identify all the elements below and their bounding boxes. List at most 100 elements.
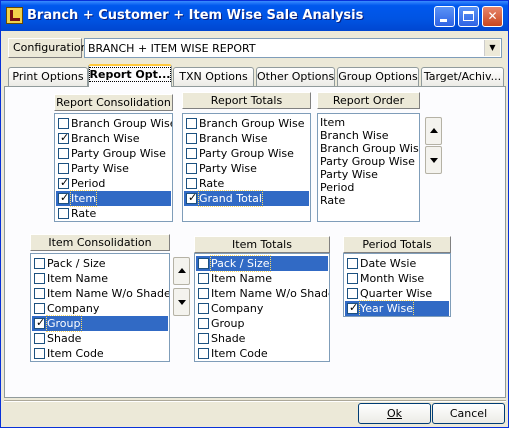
list-item[interactable]: Pack / Size [32, 256, 168, 271]
list-item[interactable]: Item Name [32, 271, 168, 286]
list-item[interactable]: Party Wise [184, 161, 309, 176]
list-item[interactable]: ✓ Year Wise [345, 300, 449, 316]
period-totals-list[interactable]: Date Wsie Month Wise Quarter Wise ✓ Year Wis… [343, 253, 451, 317]
list-item[interactable]: Month Wise [345, 271, 449, 286]
checkbox[interactable] [186, 163, 197, 174]
list-item[interactable]: Rate [320, 194, 345, 207]
list-item[interactable]: Party Wise [56, 161, 171, 176]
list-item[interactable]: Item [320, 116, 345, 129]
list-item[interactable]: Shade [196, 331, 328, 346]
list-item[interactable]: ✓ Branch Wise [56, 131, 171, 146]
list-item[interactable]: Party Group Wise [56, 146, 171, 161]
checkbox[interactable] [186, 178, 197, 189]
list-item[interactable]: Item Name W/o Shade [32, 286, 169, 301]
checkbox[interactable] [347, 273, 358, 284]
list-item-label: Pack / Size [47, 257, 106, 270]
tab-target-achievement[interactable]: Target/Achiv... [421, 67, 504, 86]
tab-other-options[interactable]: Other Options [256, 67, 335, 86]
list-item[interactable]: Branch Group Wise [320, 142, 419, 155]
list-item[interactable]: Branch Wise [320, 129, 389, 142]
list-item[interactable]: Branch Wise [184, 131, 309, 146]
tab-txn-options[interactable]: TXN Options [173, 67, 254, 86]
checkbox[interactable] [186, 118, 197, 129]
checkbox[interactable] [347, 288, 358, 299]
list-item-label: Branch Wise [71, 132, 140, 145]
list-item[interactable]: Item Code [32, 346, 168, 361]
checkbox-checked[interactable]: ✓ [58, 131, 69, 144]
list-item[interactable]: Period [320, 181, 354, 194]
tab-print-options[interactable]: Print Options [8, 67, 88, 86]
tab-report-options[interactable]: Report Opt... [88, 64, 172, 87]
checkbox[interactable] [198, 333, 209, 344]
report-order-list[interactable]: Item Branch Wise Branch Group Wise Party Gr… [317, 113, 420, 222]
list-item[interactable]: Item Name W/o Shade [196, 286, 329, 301]
checkbox[interactable] [58, 148, 69, 159]
checkbox-checked[interactable]: ✓ [58, 191, 69, 204]
list-item[interactable]: Company [32, 301, 168, 316]
checkbox[interactable] [198, 303, 209, 314]
checkbox-checked[interactable]: ✓ [58, 176, 69, 189]
minimize-button[interactable] [434, 6, 455, 27]
list-item[interactable]: Quarter Wise [345, 286, 449, 301]
checkbox[interactable] [198, 348, 209, 359]
checkmark-icon: ✓ [36, 316, 46, 329]
report-consolidation-list[interactable]: Branch Group Wise ✓ Branch Wise Party Group… [54, 113, 173, 222]
list-item[interactable]: ✓ Grand Total [184, 190, 309, 207]
list-item[interactable]: Branch Group Wise [184, 116, 309, 131]
item-move-up-button[interactable] [173, 257, 190, 285]
checkbox[interactable] [198, 318, 209, 329]
list-item[interactable]: ✓ Group [32, 315, 168, 332]
title-bar[interactable]: Branch + Customer + Item Wise Sale Analy… [1, 1, 508, 31]
maximize-button[interactable] [458, 6, 479, 27]
list-item[interactable]: Branch Group Wise [56, 116, 172, 131]
checkbox[interactable] [34, 273, 45, 284]
report-totals-list[interactable]: Branch Group Wise Branch Wise Party Group … [182, 113, 311, 222]
checkbox[interactable] [198, 288, 209, 299]
checkbox[interactable] [34, 348, 45, 359]
checkbox[interactable] [34, 258, 45, 269]
list-item[interactable]: Pack / Size [196, 255, 328, 272]
list-item[interactable]: Item Code [196, 346, 328, 361]
checkbox-checked[interactable]: ✓ [34, 316, 46, 329]
checkbox[interactable] [34, 288, 45, 299]
checkbox[interactable] [58, 208, 69, 219]
ok-button[interactable]: Ok [358, 403, 431, 424]
list-item[interactable]: Company [196, 301, 328, 316]
list-item[interactable]: Item Name [196, 271, 328, 286]
list-item-label: Item Code [211, 347, 268, 360]
chevron-down-icon[interactable]: ▼ [484, 40, 500, 56]
list-item[interactable]: Party Group Wise [320, 155, 415, 168]
checkbox-checked[interactable]: ✓ [347, 301, 358, 314]
item-consolidation-list[interactable]: Pack / Size Item Name Item Name W/o Shade C… [30, 253, 170, 362]
checkbox[interactable] [347, 258, 358, 269]
dialog-window: Branch + Customer + Item Wise Sale Analy… [0, 0, 509, 428]
checkbox[interactable] [34, 333, 45, 344]
list-item[interactable]: ✓ Item [56, 190, 171, 207]
checkbox-checked[interactable]: ✓ [186, 191, 197, 204]
list-item[interactable]: Party Group Wise [184, 146, 309, 161]
checkbox[interactable] [186, 148, 197, 159]
move-up-button[interactable] [425, 117, 442, 145]
checkbox[interactable] [58, 118, 69, 129]
configuration-select[interactable]: BRANCH + ITEM WISE REPORT ▼ [84, 38, 502, 58]
checkbox[interactable] [34, 303, 45, 314]
cancel-button[interactable]: Cancel [432, 403, 505, 424]
list-item[interactable]: Shade [32, 331, 168, 346]
list-item[interactable]: Group [196, 316, 328, 331]
list-item[interactable]: Party Wise [320, 168, 378, 181]
item-move-down-button[interactable] [173, 288, 190, 316]
list-item[interactable]: Date Wsie [345, 256, 449, 271]
close-button[interactable]: ✕ [482, 6, 503, 27]
list-item[interactable]: Rate [56, 206, 171, 221]
move-down-button[interactable] [425, 146, 442, 174]
list-item[interactable]: ✓ Period [56, 176, 171, 191]
list-item-label: Party Wise [71, 162, 129, 175]
item-totals-list[interactable]: Pack / Size Item Name Item Name W/o Shade C… [194, 253, 330, 362]
tab-group-options[interactable]: Group Options [337, 67, 419, 86]
list-item[interactable]: Rate [184, 176, 309, 191]
checkbox[interactable] [58, 163, 69, 174]
list-item-label: Item Name [47, 272, 108, 285]
checkbox[interactable] [186, 133, 197, 144]
checkbox[interactable] [198, 273, 209, 284]
checkbox[interactable] [198, 258, 209, 269]
